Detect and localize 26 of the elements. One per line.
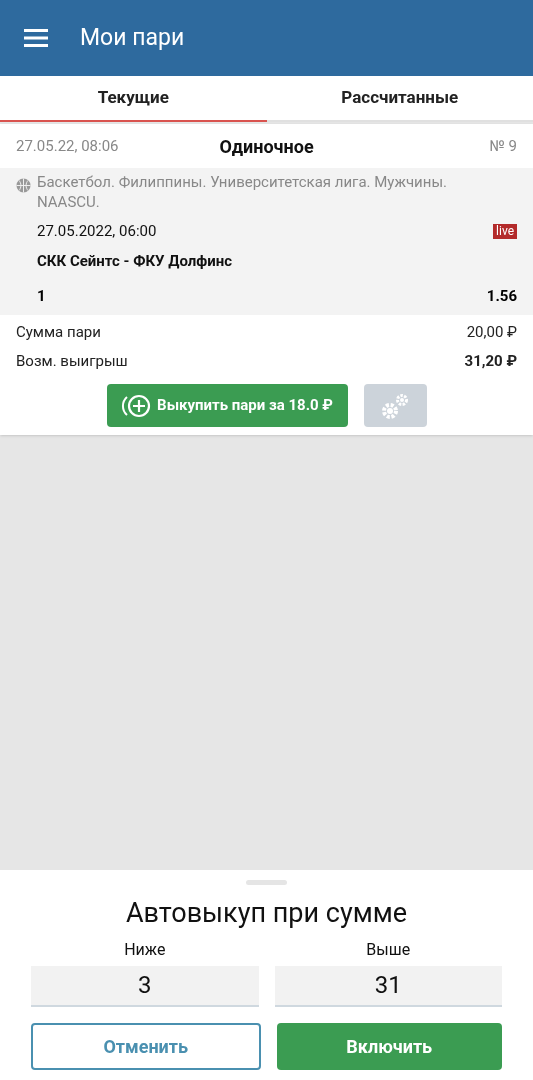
amount-field[interactable]: 31 bbox=[274, 965, 502, 1007]
summary-label: Сумма пари bbox=[16, 322, 101, 343]
league-name: Баскетбол. Филиппины. Университетская лига. Мужчины. NAASCU. bbox=[37, 172, 448, 212]
odds: 1.56 bbox=[486, 285, 517, 307]
tab[interactable]: Рассчитанные bbox=[266, 76, 533, 122]
bet-number: № 9 bbox=[488, 135, 517, 157]
summary-value: 31,20 ₽ bbox=[464, 350, 517, 372]
drag-handle[interactable] bbox=[246, 880, 287, 885]
field-label: Ниже bbox=[124, 938, 166, 961]
match-teams: СКК Сейнтс - ФКУ Долфинс bbox=[36, 251, 234, 272]
page-title: Мои пари bbox=[80, 22, 185, 53]
summary-label: Возм. выигрыш bbox=[16, 350, 128, 372]
tab[interactable]: Текущие bbox=[0, 76, 267, 122]
cancel-button[interactable]: Отменить bbox=[31, 1022, 261, 1070]
field-label: Выше bbox=[366, 938, 411, 961]
menu-icon[interactable] bbox=[24, 29, 48, 47]
summary-value: 20,00 ₽ bbox=[466, 322, 517, 343]
sheet-title: Автовыкуп при сумме bbox=[125, 896, 408, 931]
plus-circle-icon bbox=[121, 393, 152, 418]
bet-date: 27.05.22, 08:06 bbox=[16, 135, 120, 157]
bet-type: Одиночное bbox=[219, 134, 314, 159]
event-start: 27.05.2022, 06:00 bbox=[37, 220, 157, 242]
outcome: 1 bbox=[37, 285, 46, 307]
live-badge: live bbox=[493, 223, 517, 239]
amount-field[interactable]: 3 bbox=[31, 965, 259, 1007]
basketball-icon bbox=[16, 178, 31, 193]
